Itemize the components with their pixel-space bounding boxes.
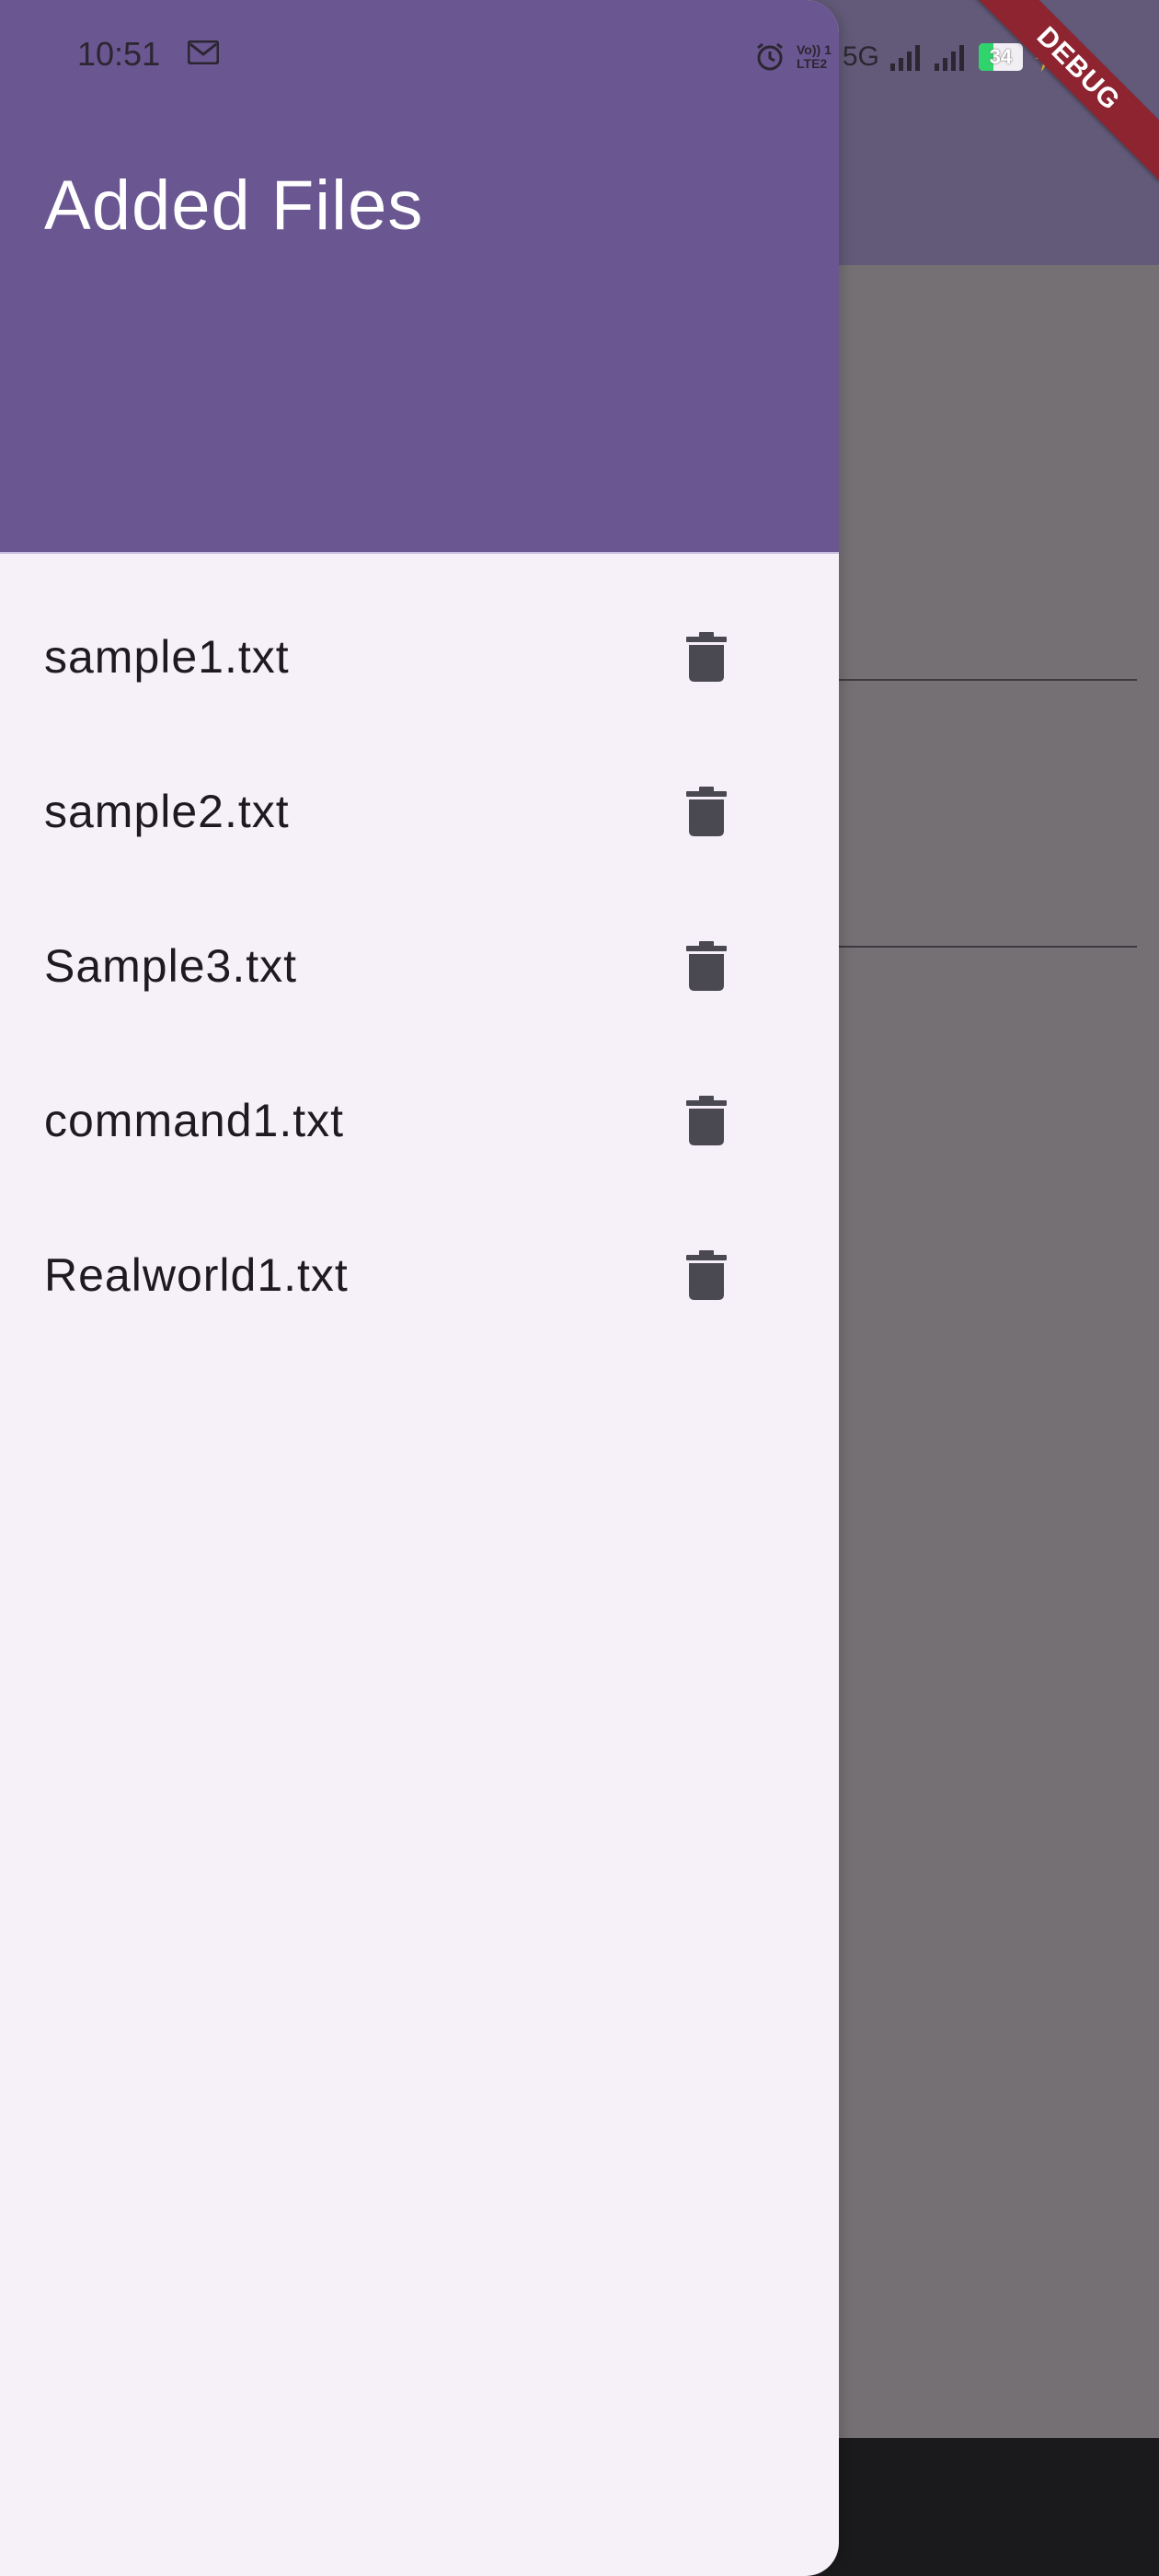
volte-indicator: Vo)) 1 LTE2	[797, 42, 832, 71]
file-list-item[interactable]: sample1.txt	[0, 580, 839, 734]
navigation-drawer: Added Files sample1.txt sample2.txt Samp…	[0, 0, 839, 2576]
status-bar: 10:51 Vo)) 1 LTE2 5G 34	[0, 0, 1159, 110]
status-time: 10:51	[77, 35, 161, 73]
alarm-icon	[757, 42, 783, 71]
file-list-item[interactable]: Sample3.txt	[0, 889, 839, 1043]
delete-button[interactable]	[670, 929, 743, 1003]
delete-button[interactable]	[670, 1084, 743, 1157]
signal-icon	[889, 45, 920, 71]
network-type: 5G	[842, 41, 879, 72]
file-list-item[interactable]: command1.txt	[0, 1043, 839, 1198]
status-icons: Vo)) 1 LTE2 5G 34	[754, 37, 1056, 77]
battery-indicator: 34	[978, 42, 1023, 72]
delete-icon	[686, 632, 727, 682]
delete-icon	[686, 941, 727, 991]
file-name: sample1.txt	[44, 631, 290, 683]
file-name: sample2.txt	[44, 786, 290, 837]
file-list-item[interactable]: sample2.txt	[0, 734, 839, 889]
file-list: sample1.txt sample2.txt Sample3.txt comm…	[0, 580, 839, 1352]
file-name: Sample3.txt	[44, 940, 298, 992]
delete-button[interactable]	[670, 775, 743, 848]
drawer-title: Added Files	[44, 167, 424, 245]
delete-button[interactable]	[670, 1238, 743, 1312]
battery-level: 34	[989, 45, 1013, 68]
file-list-item[interactable]: Realworld1.txt	[0, 1198, 839, 1352]
signal-icon	[934, 45, 964, 71]
battery-icon: 34	[978, 43, 1023, 71]
background-field-underline	[809, 946, 1137, 948]
background-field-underline	[809, 679, 1137, 681]
delete-button[interactable]	[670, 620, 743, 694]
delete-icon	[686, 787, 727, 836]
file-name: Realworld1.txt	[44, 1249, 349, 1301]
delete-icon	[686, 1250, 727, 1300]
mail-notification-icon	[188, 40, 219, 64]
delete-icon	[686, 1096, 727, 1145]
file-name: command1.txt	[44, 1095, 345, 1146]
